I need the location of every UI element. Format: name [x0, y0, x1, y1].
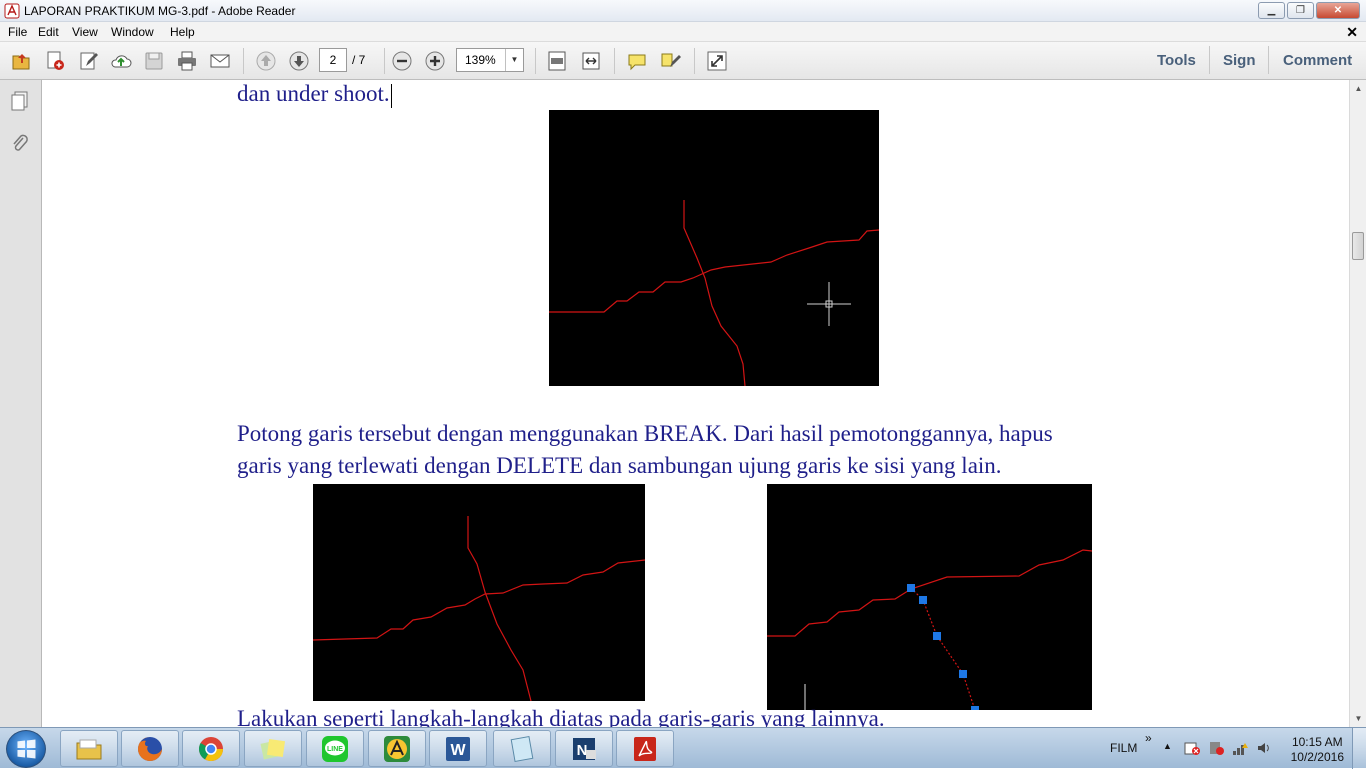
show-desktop-button[interactable] — [1352, 728, 1366, 769]
firefox-icon[interactable] — [121, 730, 179, 767]
sticky-notes-icon[interactable] — [244, 730, 302, 767]
menu-file[interactable]: File — [8, 25, 27, 39]
page-total: / 7 — [352, 53, 366, 67]
create-pdf-icon[interactable] — [42, 49, 68, 73]
page-number-input[interactable]: 2 — [319, 48, 347, 72]
zoom-select[interactable]: 139% ▼ — [456, 48, 524, 72]
adobe-reader-taskbar-icon[interactable] — [616, 730, 674, 767]
svg-text:W: W — [450, 742, 466, 759]
scroll-up-icon[interactable]: ▲ — [1350, 80, 1366, 97]
open-file-icon[interactable] — [8, 49, 34, 73]
chrome-icon[interactable] — [182, 730, 240, 767]
network-warning-icon[interactable] — [1208, 740, 1224, 781]
zoom-value: 139% — [465, 53, 496, 67]
menu-bar: File Edit View Window Help ✕ — [0, 22, 1366, 42]
volume-icon[interactable] — [1256, 740, 1272, 781]
word-icon[interactable]: W — [429, 730, 487, 767]
action-center-icon[interactable] — [1184, 740, 1200, 781]
scroll-thumb[interactable] — [1352, 232, 1364, 260]
attachments-icon[interactable] — [9, 133, 31, 155]
comment-button[interactable]: Comment — [1283, 52, 1352, 69]
sign-button[interactable]: Sign — [1223, 52, 1256, 69]
fit-width-icon[interactable] — [578, 49, 604, 73]
start-button[interactable] — [6, 730, 46, 768]
fullscreen-icon[interactable] — [704, 49, 730, 73]
restore-button[interactable]: ❐ — [1287, 2, 1314, 19]
tray-expand-icon[interactable]: » — [1145, 731, 1152, 772]
page-thumbnails-icon[interactable] — [9, 90, 31, 112]
clock-date: 10/2/2016 — [1290, 750, 1344, 764]
close-document-icon[interactable]: ✕ — [1346, 24, 1358, 41]
archicad-icon[interactable] — [368, 730, 426, 767]
highlight-icon[interactable] — [657, 49, 683, 73]
doc-paragraph-line: Potong garis tersebut dengan menggunakan… — [237, 421, 1053, 446]
cad-screenshot-2 — [313, 484, 645, 701]
taskbar: LINE W N FILM » ▲ 10:15 AM 10/2/2016 — [0, 727, 1366, 769]
mapinfo-icon[interactable]: N — [555, 730, 613, 767]
menu-view[interactable]: View — [72, 25, 98, 39]
signal-icon[interactable] — [1232, 740, 1248, 781]
document-view[interactable]: dan under shoot. Potong garis tersebut d… — [43, 80, 1349, 727]
print-icon[interactable] — [174, 49, 200, 73]
svg-text:LINE: LINE — [327, 746, 343, 753]
next-page-icon[interactable] — [286, 49, 312, 73]
save-icon[interactable] — [141, 49, 167, 73]
scroll-down-icon[interactable]: ▼ — [1350, 710, 1366, 727]
tray-label: FILM — [1110, 741, 1138, 755]
vertical-scrollbar[interactable]: ▲ ▼ — [1349, 80, 1366, 727]
line-app-icon[interactable]: LINE — [306, 730, 364, 767]
menu-help[interactable]: Help — [170, 25, 195, 39]
show-hidden-icons-icon[interactable]: ▲ — [1163, 741, 1172, 782]
adobe-reader-icon — [4, 3, 20, 19]
menu-window[interactable]: Window — [111, 25, 154, 39]
fit-page-icon[interactable] — [544, 49, 570, 73]
text-cursor — [390, 83, 392, 108]
window-title: LAPORAN PRAKTIKUM MG-3.pdf - Adobe Reade… — [24, 4, 296, 18]
doc-paragraph-line: Lakukan seperti langkah-langkah diatas p… — [237, 706, 885, 727]
clock-time: 10:15 AM — [1291, 735, 1343, 749]
close-button[interactable]: ✕ — [1316, 2, 1360, 19]
cad-screenshot-3 — [767, 484, 1092, 710]
zoom-in-icon[interactable] — [422, 49, 448, 73]
previous-page-icon[interactable] — [253, 49, 279, 73]
doc-paragraph-line: garis yang terlewati dengan DELETE dan s… — [237, 453, 1002, 478]
title-bar: LAPORAN PRAKTIKUM MG-3.pdf - Adobe Reade… — [0, 0, 1366, 22]
system-clock[interactable]: 10:15 AM 10/2/2016 — [1291, 735, 1344, 765]
edit-pdf-icon[interactable] — [76, 49, 102, 73]
cloud-upload-icon[interactable] — [108, 49, 134, 73]
svg-text:N: N — [577, 742, 588, 759]
comment-icon[interactable] — [624, 49, 650, 73]
navigation-panel — [0, 80, 42, 727]
email-icon[interactable] — [207, 49, 233, 73]
menu-edit[interactable]: Edit — [38, 25, 59, 39]
notepad-icon[interactable] — [493, 730, 551, 767]
chevron-down-icon[interactable]: ▼ — [505, 49, 523, 71]
zoom-out-icon[interactable] — [389, 49, 415, 73]
tools-button[interactable]: Tools — [1157, 52, 1196, 69]
cad-screenshot-1 — [549, 110, 879, 386]
file-explorer-icon[interactable] — [60, 730, 118, 767]
minimize-button[interactable]: ▁ — [1258, 2, 1285, 19]
doc-text-line: dan under shoot. — [237, 81, 392, 108]
